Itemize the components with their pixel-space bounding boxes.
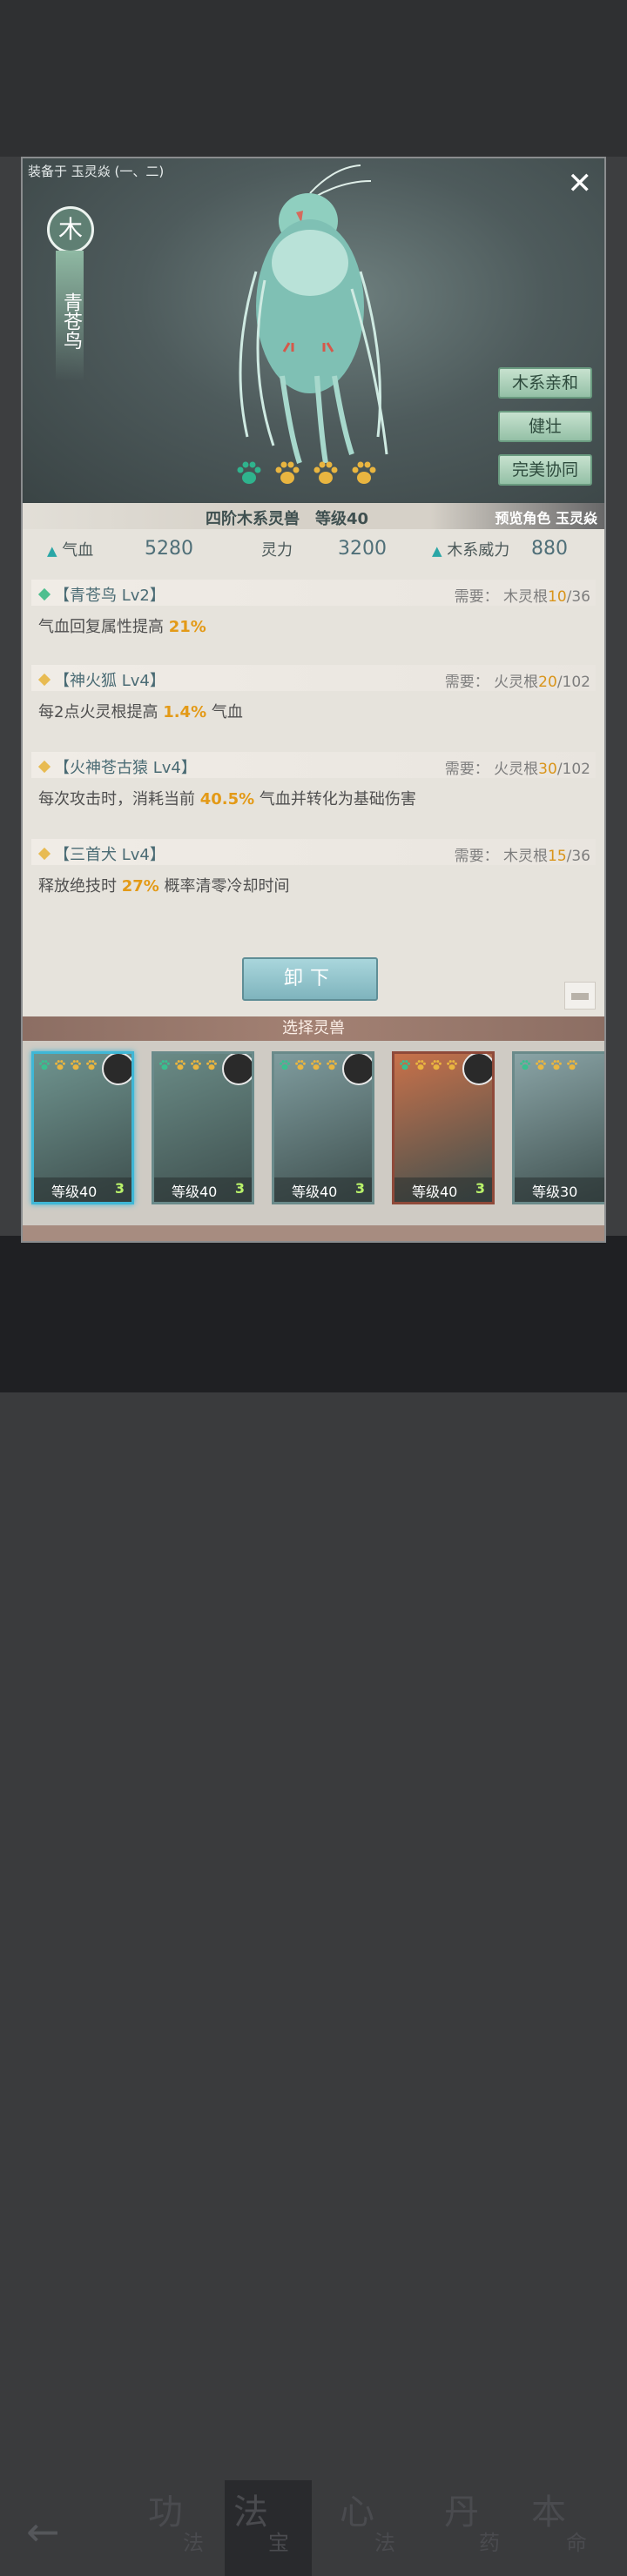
card-count: 3 xyxy=(114,1180,125,1197)
card-level: 等级40 xyxy=(51,1184,98,1200)
beast-info-bar: 四阶木系灵兽 等级40 预览角色 玉灵焱 xyxy=(23,503,604,529)
paw-icon xyxy=(275,461,300,484)
nav-item-fabao[interactable]: 法 宝 xyxy=(225,2480,312,2576)
skill-title: 【青苍鸟 Lv2】 xyxy=(54,587,165,605)
beast-rank-level: 四阶木系灵兽 等级40 xyxy=(206,510,369,528)
sp-label: 灵力 xyxy=(261,541,293,560)
beast-card[interactable]: 等级40 3 xyxy=(272,1051,374,1204)
skill-entry: 【神火狐 Lv4】 需要： 火灵根20/102 每2点火灵根提高 1.4% 气血 xyxy=(31,665,596,721)
skill-title: 【火神苍古猿 Lv4】 xyxy=(54,759,197,777)
skill-requirement: 需要： 木灵根15/36 xyxy=(454,848,590,865)
card-count: 3 xyxy=(354,1180,365,1197)
avatar xyxy=(462,1054,492,1085)
skill-requirement: 需要： 火灵根20/102 xyxy=(444,674,590,691)
beast-card[interactable]: 等级40 3 xyxy=(392,1051,495,1204)
card-count: 3 xyxy=(234,1180,245,1197)
roster-bottom-strip xyxy=(23,1225,604,1241)
diamond-icon xyxy=(37,673,51,687)
select-beast-title: 选择灵兽 xyxy=(23,1016,604,1041)
avatar xyxy=(102,1054,131,1085)
skill-description: 每次攻击时，消耗当前 40.5% 气血并转化为基础伤害 xyxy=(38,790,416,808)
nav-sublabel: 法 xyxy=(374,2531,395,2555)
beast-illustration xyxy=(239,164,388,464)
nav-label: 本 xyxy=(531,2492,566,2532)
nav-label: 法 xyxy=(233,2492,268,2532)
sp-value-wrap: 3200 xyxy=(338,538,387,560)
nav-sublabel: 命 xyxy=(566,2531,587,2555)
nav-item-benming[interactable]: 本 命 xyxy=(522,2480,610,2576)
nav-item-danyao[interactable]: 丹 药 xyxy=(435,2480,522,2576)
nav-sublabel: 宝 xyxy=(268,2531,289,2555)
beast-card[interactable]: 等级40 3 xyxy=(31,1051,134,1204)
bottom-nav: ← 功 法 法 宝 心 法 丹 药 本 命 xyxy=(0,1236,627,2576)
beast-roster[interactable]: 等级40 3 等级40 3 等级40 3 等级40 3 等级30 xyxy=(23,1041,604,1225)
card-count: 3 xyxy=(475,1180,485,1197)
paw-icon xyxy=(352,461,376,484)
trait-button[interactable]: 木系亲和 xyxy=(498,367,592,399)
card-level: 等级40 xyxy=(412,1184,458,1200)
beast-detail-modal: 装备于 玉灵焱 (一、二) ✕ 木 青苍鸟 木系亲和 健壮 完美协同 四阶木系灵… xyxy=(21,157,606,1243)
beast-card[interactable]: 等级40 3 xyxy=(152,1051,254,1204)
beast-name: 青苍鸟 xyxy=(56,251,84,381)
up-triangle-icon: ▲ xyxy=(47,543,57,559)
card-level: 等级30 xyxy=(532,1184,578,1200)
beast-card[interactable]: 等级30 xyxy=(512,1051,604,1204)
hp-value-wrap: 5280 xyxy=(145,538,193,560)
card-level: 等级40 xyxy=(172,1184,218,1200)
quality-paws xyxy=(235,460,378,487)
hp-label: 气血 xyxy=(62,541,94,560)
unequip-button[interactable]: 卸下 xyxy=(242,957,378,1001)
card-level: 等级40 xyxy=(292,1184,338,1200)
nav-sublabel: 药 xyxy=(479,2531,500,2555)
beast-hero-panel: 装备于 玉灵焱 (一、二) ✕ 木 青苍鸟 木系亲和 健壮 完美协同 xyxy=(23,158,604,503)
diamond-icon xyxy=(37,760,51,774)
element-badge: 木 xyxy=(47,206,94,253)
power-value: 880 xyxy=(531,538,568,560)
nav-item-xinfa[interactable]: 心 法 xyxy=(331,2480,418,2576)
skill-description: 释放绝技时 27% 概率清零冷却时间 xyxy=(38,877,290,896)
equipped-label: 装备于 玉灵焱 (一、二) xyxy=(28,164,165,179)
skill-requirement: 需要： 木灵根10/36 xyxy=(454,588,590,606)
mini-paws xyxy=(278,1059,339,1071)
diamond-icon xyxy=(37,587,51,601)
avatar xyxy=(222,1054,252,1085)
skill-entry: 【火神苍古猿 Lv4】 需要： 火灵根30/102 每次攻击时，消耗当前 40.… xyxy=(31,752,596,808)
background-top xyxy=(0,0,627,157)
trait-button[interactable]: 健壮 xyxy=(498,411,592,442)
skill-entry: 【青苍鸟 Lv2】 需要： 木灵根10/36 气血回复属性提高 21% xyxy=(31,580,596,636)
hp-value: 5280 xyxy=(145,538,193,560)
skill-title: 【神火狐 Lv4】 xyxy=(54,672,165,690)
mini-paws xyxy=(398,1059,459,1071)
paw-icon xyxy=(237,461,261,484)
mini-paws xyxy=(518,1059,579,1071)
skill-title: 【三首犬 Lv4】 xyxy=(54,846,165,864)
diamond-icon xyxy=(37,847,51,861)
mini-paws xyxy=(158,1059,219,1071)
mini-paws xyxy=(37,1059,98,1071)
trait-button[interactable]: 完美协同 xyxy=(498,454,592,486)
hp-stat: ▲ 气血 xyxy=(47,538,93,560)
power-label: 木系威力 xyxy=(447,541,510,560)
sp-stat: 灵力 xyxy=(261,538,293,560)
close-icon[interactable]: ✕ xyxy=(568,169,593,198)
skill-entry: 【三首犬 Lv4】 需要： 木灵根15/36 释放绝技时 27% 概率清零冷却时… xyxy=(31,839,596,896)
sp-value: 3200 xyxy=(338,538,387,560)
storage-icon[interactable] xyxy=(564,982,596,1010)
skill-description: 气血回复属性提高 21% xyxy=(38,618,206,636)
skill-description: 每2点火灵根提高 1.4% 气血 xyxy=(38,703,243,721)
power-value-wrap: 880 xyxy=(531,538,568,560)
nav-item-gongfa[interactable]: 功 法 xyxy=(139,2480,226,2576)
paw-icon xyxy=(314,461,338,484)
stats-row: ▲ 气血 5280 灵力 3200 ▲ 木系威力 880 xyxy=(23,531,604,569)
preview-role[interactable]: 预览角色 玉灵焱 xyxy=(495,506,597,527)
power-stat: ▲ 木系威力 xyxy=(432,538,509,560)
nav-label: 功 xyxy=(148,2492,183,2532)
skill-requirement: 需要： 火灵根30/102 xyxy=(444,761,590,778)
nav-label: 丹 xyxy=(444,2492,479,2532)
nav-sublabel: 法 xyxy=(183,2531,204,2555)
back-arrow-icon[interactable]: ← xyxy=(26,2508,60,2555)
avatar xyxy=(342,1054,372,1085)
up-triangle-icon: ▲ xyxy=(432,543,442,559)
nav-label: 心 xyxy=(340,2492,374,2532)
